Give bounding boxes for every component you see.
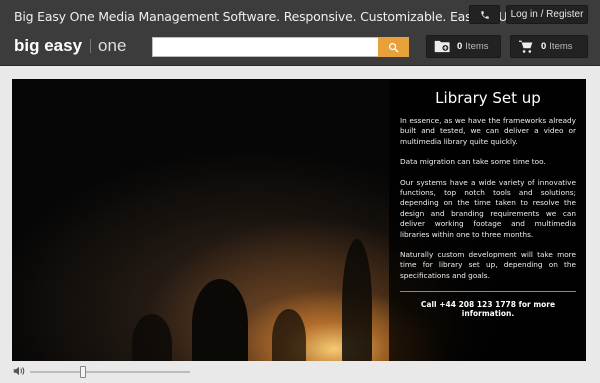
logo-divider: [90, 39, 92, 53]
logo-sub-text: one: [98, 36, 127, 55]
call-to-action: Call +44 208 123 1778 for more informati…: [420, 300, 556, 319]
cart-items-count: 0: [541, 41, 547, 52]
logo-main-text: big easy: [14, 36, 83, 55]
panel-paragraph: Data migration can take some time too.: [400, 157, 546, 167]
search-button[interactable]: [378, 37, 409, 57]
phone-icon: [480, 10, 489, 19]
volume-icon[interactable]: [12, 364, 26, 378]
folder-add-icon: [434, 40, 450, 53]
library-info-panel: Library Set up In essence, as we have th…: [389, 79, 586, 361]
cart-items-label: Items: [549, 41, 573, 52]
folder-items-label: Items: [465, 41, 489, 52]
site-tagline: Big Easy One Media Management Software. …: [14, 9, 525, 24]
panel-paragraph: Naturally custom development will take m…: [400, 250, 576, 280]
panel-title: Library Set up: [435, 89, 541, 107]
search-box: [152, 37, 378, 57]
folder-items-button[interactable]: 0 Items: [426, 35, 501, 58]
search-input[interactable]: [153, 39, 378, 57]
panel-divider: [400, 291, 576, 293]
search-icon: [388, 42, 399, 52]
silhouette: [272, 309, 306, 361]
volume-controls: [12, 364, 192, 378]
phone-button[interactable]: [469, 5, 500, 24]
volume-slider-handle[interactable]: [79, 366, 86, 378]
silhouette: [132, 314, 172, 361]
site-logo[interactable]: big easy one: [14, 36, 126, 56]
silhouette: [342, 239, 372, 361]
volume-slider-track[interactable]: [30, 371, 190, 373]
cart-icon: [519, 40, 533, 53]
folder-items-count: 0: [457, 41, 463, 52]
cart-button[interactable]: 0 Items: [510, 35, 588, 58]
silhouette: [192, 279, 248, 361]
panel-paragraph: Our systems have a wide variety of innov…: [400, 177, 576, 239]
video-player[interactable]: Library Set up In essence, as we have th…: [12, 79, 586, 361]
site-header: Big Easy One Media Management Software. …: [0, 0, 600, 66]
panel-paragraph: In essence, as we have the frameworks al…: [400, 116, 576, 146]
login-register-button[interactable]: Log in / Register: [506, 5, 588, 24]
